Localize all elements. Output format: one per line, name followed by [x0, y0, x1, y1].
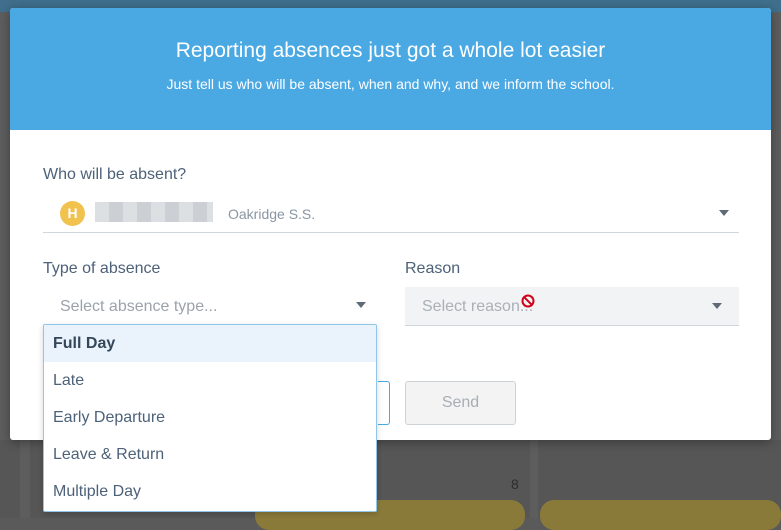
next-button-partial[interactable]	[378, 381, 390, 425]
chevron-down-icon	[356, 302, 366, 308]
absence-type-select[interactable]: Select absence type...	[43, 288, 376, 324]
reason-label: Reason	[405, 260, 461, 277]
student-select[interactable]: H Oakridge S.S.	[43, 196, 739, 233]
not-allowed-cursor-icon	[521, 294, 535, 308]
absence-type-placeholder: Select absence type...	[60, 298, 218, 315]
reason-select[interactable]: Select reason...	[405, 287, 739, 326]
dropdown-option[interactable]: Late	[44, 362, 376, 399]
student-school: Oakridge S.S.	[228, 206, 316, 222]
who-label: Who will be absent?	[43, 166, 187, 183]
dropdown-option[interactable]: Early Departure	[44, 399, 376, 436]
modal-header: Reporting absences just got a whole lot …	[10, 8, 771, 130]
reason-placeholder: Select reason...	[422, 298, 534, 315]
dropdown-option[interactable]: Multiple Day	[44, 473, 376, 510]
chevron-down-icon	[719, 210, 729, 216]
absence-type-dropdown: Full Day Late Early Departure Leave & Re…	[43, 324, 377, 512]
modal-subtitle: Just tell us who will be absent, when an…	[166, 76, 615, 92]
modal-title: Reporting absences just got a whole lot …	[175, 39, 606, 62]
dropdown-option[interactable]: Full Day	[44, 325, 376, 362]
student-name-redacted	[95, 202, 213, 222]
background-tab	[540, 500, 781, 530]
dropdown-option[interactable]: Leave & Return	[44, 436, 376, 473]
student-avatar: H	[60, 201, 85, 226]
absence-type-label: Type of absence	[43, 260, 161, 277]
background-column	[0, 440, 20, 518]
background-number: 8	[511, 476, 519, 492]
send-button[interactable]: Send	[405, 381, 516, 425]
chevron-down-icon	[712, 303, 722, 309]
